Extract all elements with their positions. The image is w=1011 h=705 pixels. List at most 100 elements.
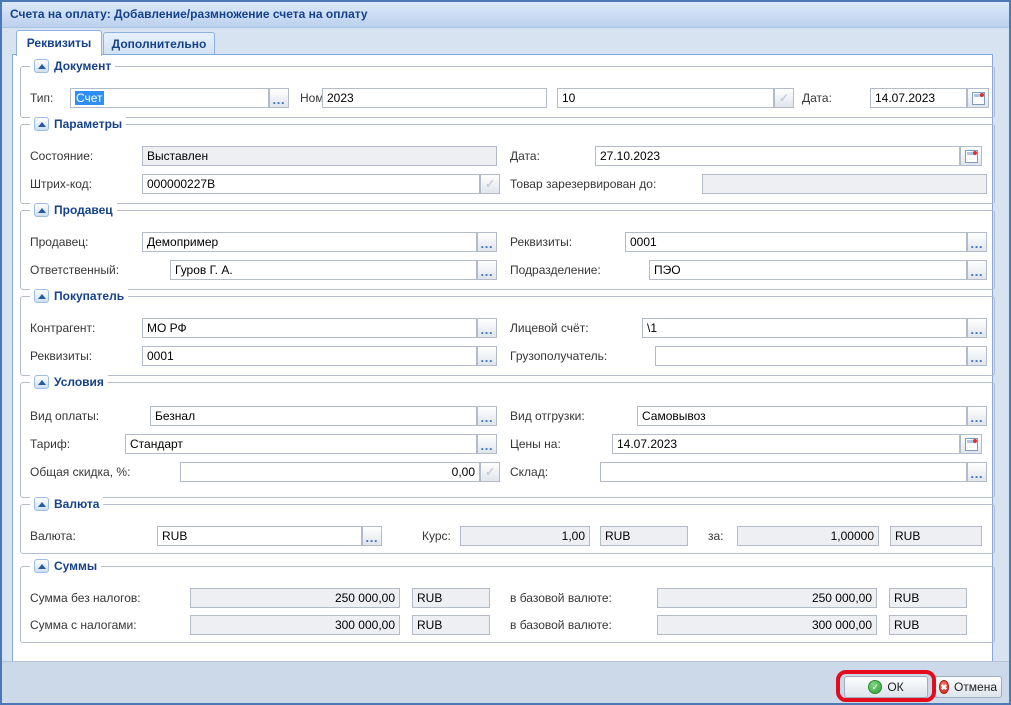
payment-type-input[interactable]	[150, 406, 477, 426]
department-label: Подразделение:	[510, 260, 601, 280]
responsible-label: Ответственный:	[30, 260, 119, 280]
tab-additional[interactable]: Дополнительно	[103, 32, 215, 56]
warehouse-label: Склад:	[510, 462, 548, 482]
section-currency: Валюта Валюта: … Курс: за:	[20, 504, 995, 554]
currency-browse-button[interactable]: …	[362, 526, 382, 546]
ok-button-label: ОК	[887, 680, 903, 694]
shipment-type-input[interactable]	[637, 406, 967, 426]
number2-input[interactable]	[557, 88, 774, 108]
cancel-button-label: Отмена	[954, 680, 997, 694]
base-currency2-input	[657, 615, 877, 635]
seller-input[interactable]	[142, 232, 477, 252]
document-date-calendar-button[interactable]	[967, 88, 989, 108]
section-buyer-title: Покупатель	[54, 289, 124, 303]
currency-label: Валюта:	[30, 526, 76, 546]
section-terms-title: Условия	[54, 375, 104, 389]
responsible-input[interactable]	[170, 260, 477, 280]
per-currency-input	[890, 526, 982, 546]
base-currency1-label: в базовой валюте:	[510, 588, 612, 608]
tariff-browse-button[interactable]: …	[477, 434, 497, 454]
rate-label: Курс:	[422, 526, 451, 546]
section-seller: Продавец Продавец: … Реквизиты: … Ответс…	[20, 210, 995, 290]
title-bar: Счета на оплату: Добавление/размножение …	[2, 2, 1009, 28]
type-input[interactable]: Счет	[70, 88, 269, 108]
collapse-button[interactable]	[34, 559, 49, 573]
department-browse-button[interactable]: …	[967, 260, 987, 280]
barcode-input[interactable]	[142, 174, 480, 194]
discount-input[interactable]	[180, 462, 480, 482]
seller-browse-button[interactable]: …	[477, 232, 497, 252]
amount-no-tax-currency-input	[412, 588, 490, 608]
collapse-button[interactable]	[34, 203, 49, 217]
section-currency-title: Валюта	[54, 497, 99, 511]
prices-date-calendar-button[interactable]	[960, 434, 982, 454]
ellipsis-icon: …	[480, 441, 494, 451]
tariff-label: Тариф:	[30, 434, 70, 454]
collapse-button[interactable]	[34, 375, 49, 389]
seller-label: Продавец:	[30, 232, 89, 252]
tab-requisites[interactable]: Реквизиты	[16, 30, 102, 56]
warehouse-input[interactable]	[600, 462, 967, 482]
seller-requisites-browse-button[interactable]: …	[967, 232, 987, 252]
consignee-browse-button[interactable]: …	[967, 346, 987, 366]
shipment-type-browse-button[interactable]: …	[967, 406, 987, 426]
barcode-apply-button[interactable]: ✓	[480, 174, 500, 194]
amount-with-tax-label: Сумма с налогами:	[30, 615, 137, 635]
invoice-dialog-window: Счета на оплату: Добавление/размножение …	[0, 0, 1011, 705]
discount-apply-button[interactable]: ✓	[480, 462, 500, 482]
ellipsis-icon: …	[970, 413, 984, 423]
tariff-input[interactable]	[125, 434, 477, 454]
cancel-x-icon: ✖	[939, 680, 949, 694]
currency-input[interactable]	[157, 526, 362, 546]
triangle-up-icon	[38, 294, 46, 299]
seller-requisites-label: Реквизиты:	[510, 232, 572, 252]
contragent-input[interactable]	[142, 318, 477, 338]
window-title: Счета на оплату: Добавление/размножение …	[10, 2, 368, 27]
contragent-label: Контрагент:	[30, 318, 95, 338]
ellipsis-icon: …	[480, 267, 494, 277]
number-input[interactable]	[322, 88, 547, 108]
consignee-input[interactable]	[655, 346, 967, 366]
per-input	[737, 526, 879, 546]
collapse-button[interactable]	[34, 59, 49, 73]
section-amounts-legend: Суммы	[30, 557, 101, 575]
section-parameters-title: Параметры	[54, 117, 122, 131]
account-label: Лицевой счёт:	[510, 318, 589, 338]
ellipsis-icon: …	[365, 533, 379, 543]
ellipsis-icon: …	[970, 325, 984, 335]
collapse-button[interactable]	[34, 497, 49, 511]
prices-date-input[interactable]	[612, 434, 960, 454]
buyer-requisites-input[interactable]	[142, 346, 477, 366]
rate-currency-input	[600, 526, 688, 546]
cancel-button[interactable]: ✖ Отмена	[934, 676, 1002, 698]
contragent-browse-button[interactable]: …	[477, 318, 497, 338]
warehouse-browse-button[interactable]: …	[967, 462, 987, 482]
triangle-up-icon	[38, 208, 46, 213]
type-browse-button[interactable]: …	[269, 88, 289, 108]
ok-button[interactable]: ✓ ОК	[844, 676, 928, 698]
parameters-date-label: Дата:	[510, 146, 540, 166]
section-buyer-legend: Покупатель	[30, 287, 128, 305]
seller-requisites-input[interactable]	[625, 232, 967, 252]
department-input[interactable]	[649, 260, 967, 280]
number2-apply-button[interactable]: ✓	[774, 88, 794, 108]
collapse-button[interactable]	[34, 289, 49, 303]
account-browse-button[interactable]: …	[967, 318, 987, 338]
buyer-requisites-browse-button[interactable]: …	[477, 346, 497, 366]
account-input[interactable]	[642, 318, 967, 338]
check-icon: ✓	[779, 91, 789, 105]
triangle-up-icon	[38, 64, 46, 69]
ellipsis-icon: …	[970, 239, 984, 249]
payment-type-browse-button[interactable]: …	[477, 406, 497, 426]
parameters-date-input[interactable]	[595, 146, 960, 166]
ellipsis-icon: …	[480, 239, 494, 249]
triangle-up-icon	[38, 564, 46, 569]
parameters-date-calendar-button[interactable]	[960, 146, 982, 166]
type-selected-text: Счет	[75, 91, 104, 105]
document-date-label: Дата:	[802, 88, 832, 108]
state-input	[142, 146, 497, 166]
shipment-type-label: Вид отгрузки:	[510, 406, 585, 426]
document-date-input[interactable]	[870, 88, 967, 108]
responsible-browse-button[interactable]: …	[477, 260, 497, 280]
collapse-button[interactable]	[34, 117, 49, 131]
